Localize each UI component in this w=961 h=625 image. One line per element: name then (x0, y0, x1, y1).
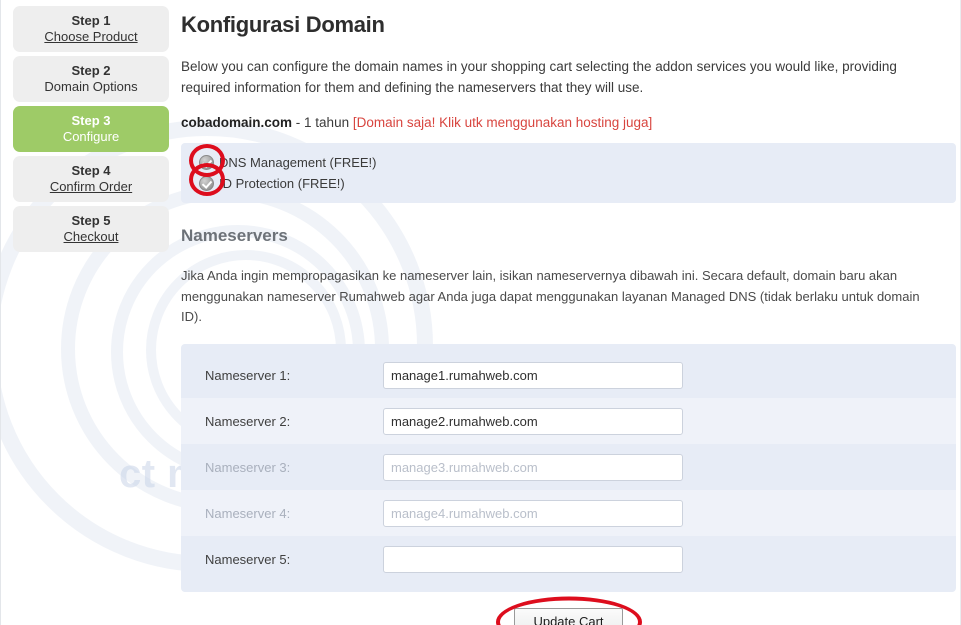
nameserver-row-4: Nameserver 4: (181, 490, 956, 537)
page-title: Konfigurasi Domain (181, 12, 385, 37)
nameserver-4-input[interactable] (383, 499, 683, 527)
nameservers-description: Jika Anda ingin mempropagasikan ke names… (181, 267, 920, 325)
main-content: Konfigurasi Domain Below you can configu… (181, 0, 960, 625)
addon-label-id-protection: ID Protection (FREE!) (219, 175, 345, 191)
addon-services-panel: DNS Management (FREE!) ID Protection (FR… (181, 142, 956, 203)
intro-paragraph: Below you can configure the domain names… (181, 59, 897, 95)
checkbox-checked-icon[interactable] (199, 175, 214, 191)
sidebar-step-2[interactable]: Step 2 Domain Options (13, 56, 169, 102)
domain-term: - 1 tahun (295, 114, 350, 130)
hosting-upsell-link[interactable]: [Domain saja! Klik utk menggunakan hosti… (353, 115, 652, 130)
nameservers-heading: Nameservers (181, 225, 288, 245)
nameservers-panel: Nameserver 1: Nameserver 2: Nameserver 3… (181, 344, 956, 593)
domain-summary-line: cobadomain.com - 1 tahun [Domain saja! K… (181, 115, 960, 130)
sidebar-step-3-active[interactable]: Step 3 Configure (13, 106, 169, 152)
addon-label-dns-management: DNS Management (FREE!) (219, 154, 377, 170)
step-1-number: Step 1 (71, 12, 111, 28)
step-3-number: Step 3 (71, 112, 111, 128)
nameserver-1-label: Nameserver 1: (205, 367, 291, 383)
page-root: ct more of your memories for less! Step … (0, 0, 961, 625)
nameserver-3-input[interactable] (383, 453, 683, 481)
sidebar-step-5[interactable]: Step 5 Checkout (13, 206, 169, 252)
step-4-number: Step 4 (71, 162, 111, 178)
checkout-steps-sidebar: Step 1 Choose Product Step 2 Domain Opti… (13, 6, 169, 256)
nameserver-row-5: Nameserver 5: (181, 536, 956, 582)
nameserver-1-input[interactable] (383, 361, 683, 389)
step-4-label[interactable]: Confirm Order (13, 179, 169, 195)
sidebar-step-4[interactable]: Step 4 Confirm Order (13, 156, 169, 202)
step-2-number: Step 2 (71, 62, 111, 78)
nameserver-5-input[interactable] (383, 545, 683, 573)
step-3-label: Configure (62, 129, 120, 144)
checkbox-checked-icon[interactable] (199, 154, 214, 170)
nameserver-row-2: Nameserver 2: (181, 398, 956, 445)
nameserver-5-label: Nameserver 5: (205, 551, 291, 567)
form-footer: Update Cart (181, 596, 956, 625)
step-5-number: Step 5 (71, 212, 111, 228)
nameserver-row-1: Nameserver 1: (181, 352, 956, 398)
step-2-label[interactable]: Domain Options (13, 79, 169, 95)
nameserver-4-label: Nameserver 4: (205, 505, 291, 521)
sidebar-step-1[interactable]: Step 1 Choose Product (13, 6, 169, 52)
addon-row-id-protection[interactable]: ID Protection (FREE!) (199, 173, 956, 194)
update-cart-button[interactable]: Update Cart (514, 608, 623, 625)
nameserver-2-label: Nameserver 2: (205, 413, 291, 429)
step-1-label[interactable]: Choose Product (13, 29, 169, 45)
domain-name: cobadomain.com (181, 114, 293, 130)
nameserver-row-3: Nameserver 3: (181, 444, 956, 490)
nameserver-3-label: Nameserver 3: (205, 459, 291, 475)
step-5-label[interactable]: Checkout (13, 229, 169, 245)
nameserver-2-input[interactable] (383, 407, 683, 435)
addon-row-dns-management[interactable]: DNS Management (FREE!) (199, 152, 956, 173)
